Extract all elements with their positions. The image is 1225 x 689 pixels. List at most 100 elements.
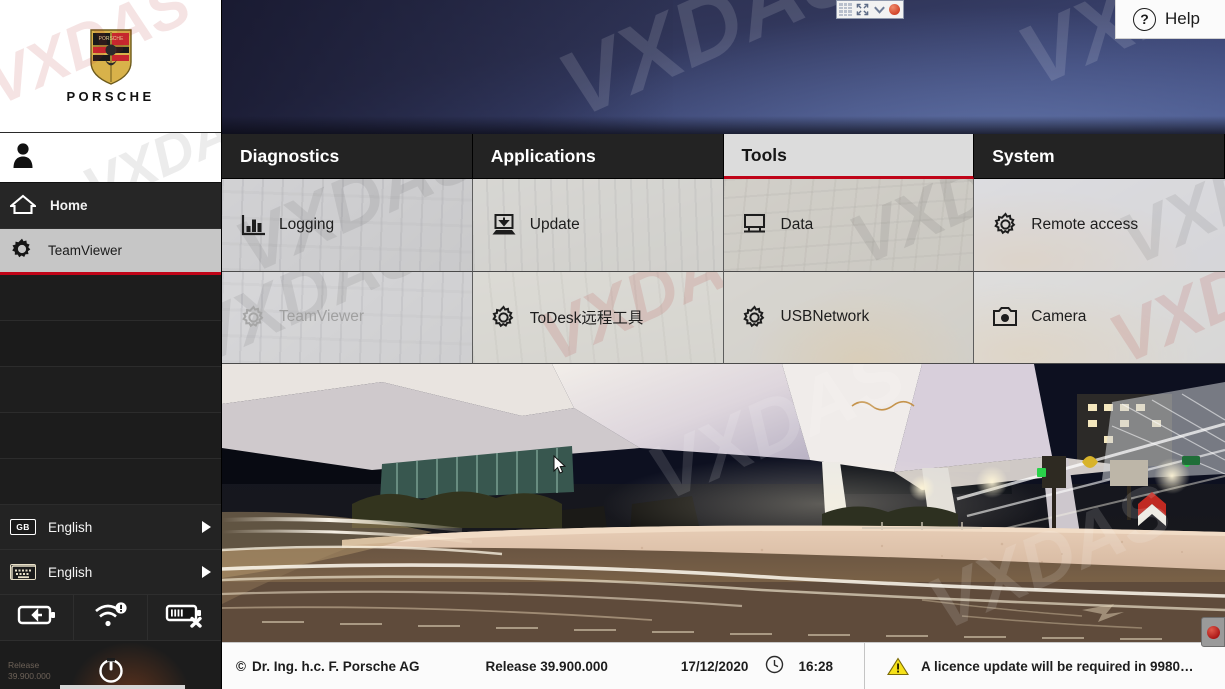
gear-icon	[240, 304, 266, 330]
fullscreen-expand-icon[interactable]	[855, 3, 869, 17]
copyright-block: © Dr. Ing. h.c. F. Porsche AG	[236, 659, 420, 674]
gear-icon	[992, 212, 1018, 238]
sidebar-item-label: TeamViewer	[48, 243, 123, 258]
status-wifi[interactable]	[74, 595, 148, 640]
question-circle-icon: ?	[1133, 7, 1156, 31]
tile-todesk[interactable]: VXDAS ToDesk远程工具	[472, 271, 724, 364]
record-dot-icon[interactable]	[889, 4, 900, 15]
tile-label: ToDesk远程工具	[529, 310, 644, 328]
record-indicator-button[interactable]	[1201, 617, 1225, 647]
record-dot-icon	[1206, 625, 1220, 639]
sidebar-item-teamviewer[interactable]: TeamViewer	[0, 229, 221, 275]
gear-icon	[742, 304, 768, 330]
svg-text:PORSCHE: PORSCHE	[98, 36, 123, 42]
tab-diagnostics[interactable]: Diagnostics	[222, 134, 473, 179]
help-button[interactable]: ? Help	[1115, 0, 1225, 39]
time-text: 16:28	[798, 658, 833, 674]
tile-label: Logging	[279, 215, 335, 233]
hero-photo-porsche-museum: VXDAS VXDAS	[222, 364, 1225, 642]
keyboard-language-row[interactable]: English	[0, 550, 221, 595]
sidebar-empty-row	[0, 367, 221, 413]
tile-remote-access[interactable]: VXDAS Remote access	[974, 179, 1225, 272]
bar-chart-icon	[240, 212, 266, 238]
sidebar-empty-row	[0, 275, 221, 321]
footer-divider	[863, 642, 865, 689]
release-text: Release 39.900.000	[485, 658, 608, 674]
tab-label: Diagnostics	[240, 145, 340, 166]
hero-sky-banner: VXDAS VXDAS	[222, 0, 1225, 134]
camera-icon	[992, 304, 1018, 330]
tab-label: System	[992, 145, 1055, 166]
status-power-supply[interactable]	[0, 595, 74, 640]
brand-wordmark: PORSCHE	[66, 89, 155, 104]
grid-dots-icon[interactable]	[839, 3, 852, 16]
wifi-warning-icon	[94, 601, 128, 634]
status-icon-row	[0, 595, 221, 641]
tile-label: Update	[529, 215, 580, 233]
tile-camera[interactable]: VXDAS Camera	[974, 271, 1225, 364]
battery-missing-icon	[165, 602, 205, 633]
copyright-mark: ©	[236, 658, 246, 674]
download-icon	[491, 212, 517, 238]
power-button-icon[interactable]	[96, 655, 126, 685]
sky-shade	[222, 0, 674, 134]
sidebar-nav: Home TeamViewer	[0, 183, 221, 505]
user-account-row[interactable]: VXDAS	[0, 133, 221, 183]
licence-warning[interactable]: A licence update will be required in 998…	[886, 656, 1194, 676]
release-version-text: Release 39.900.000	[8, 660, 51, 681]
sidebar-empty-row	[0, 413, 221, 459]
mouse-cursor	[553, 454, 567, 479]
chevron-down-icon[interactable]	[872, 3, 886, 17]
status-footer: © Dr. Ing. h.c. F. Porsche AG Release 39…	[222, 642, 1225, 689]
copyright-text: Dr. Ing. h.c. F. Porsche AG	[251, 658, 420, 674]
date-text: 17/12/2020	[680, 658, 749, 674]
tile-label: TeamViewer	[279, 308, 365, 326]
clock-icon	[765, 655, 784, 677]
floating-window-toolbar[interactable]	[836, 0, 904, 19]
tile-label: Remote access	[1031, 215, 1139, 233]
tab-label: Applications	[490, 145, 596, 166]
status-battery[interactable]	[148, 595, 221, 640]
person-icon	[10, 141, 36, 174]
display-language-label: English	[48, 519, 93, 535]
tile-usbnetwork[interactable]: USBNetwork	[723, 271, 975, 364]
help-label: Help	[1165, 9, 1200, 28]
gear-icon	[10, 237, 34, 264]
porsche-crest-icon: PORSCHE	[88, 28, 134, 86]
licence-warning-text: A licence update will be required in 998…	[920, 658, 1194, 674]
display-language-row[interactable]: GB English	[0, 505, 221, 550]
main-tab-grid: Diagnostics Applications Tools System VX…	[222, 134, 1225, 364]
home-icon	[8, 193, 38, 218]
warning-triangle-icon	[886, 656, 909, 676]
sky-bottom-fade	[222, 116, 1225, 134]
sidebar-empty-row	[0, 459, 221, 505]
taskbar-peek	[60, 685, 185, 689]
keyboard-icon	[10, 564, 36, 580]
tile-logging[interactable]: VXDAS Logging	[222, 179, 473, 272]
gear-icon	[491, 304, 517, 330]
tile-label: Data	[780, 215, 814, 233]
tile-label: Camera	[1031, 308, 1087, 326]
tile-update[interactable]: Update	[472, 179, 724, 272]
tab-applications[interactable]: Applications	[472, 134, 724, 179]
tile-teamviewer: VXDAS TeamViewer	[222, 271, 473, 364]
tab-system[interactable]: System	[974, 134, 1225, 179]
tile-data[interactable]: VXDAS Data	[723, 179, 975, 272]
monitor-icon	[742, 212, 768, 238]
tile-label: USBNetwork	[780, 308, 870, 326]
power-row: Release 39.900.000	[0, 641, 221, 689]
arrow-right-icon	[202, 521, 211, 533]
arrow-right-icon	[202, 566, 211, 578]
sidebar-empty-row	[0, 321, 221, 367]
tab-label: Tools	[741, 144, 787, 165]
clock-block: 16:28	[765, 655, 833, 677]
sidebar-item-home[interactable]: Home	[0, 183, 221, 229]
watermark: VXDAS	[73, 133, 221, 182]
piwis-tester-window: VXDAS	[0, 0, 1225, 689]
keyboard-language-label: English	[48, 564, 93, 580]
brand-panel: VXDAS	[0, 0, 221, 133]
screen-glow	[70, 643, 190, 689]
tab-tools[interactable]: Tools	[723, 134, 975, 179]
flag-gb-icon: GB	[10, 519, 36, 535]
power-supply-icon	[17, 603, 57, 632]
